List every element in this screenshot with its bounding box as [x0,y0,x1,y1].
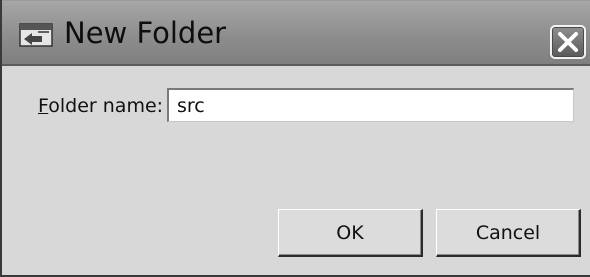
new-folder-dialog: New Folder Folder name: OK Cancel [0,0,590,277]
folder-name-input[interactable] [167,88,574,122]
folder-name-mnemonic: F [38,95,49,117]
close-button[interactable] [550,25,586,59]
eclipse-new-folder-icon [18,21,54,49]
title-separator [2,64,590,66]
title-bar[interactable]: New Folder [2,0,590,64]
window-title: New Folder [64,16,227,50]
ok-button[interactable]: OK [278,209,423,257]
folder-name-label: Folder name: [38,92,163,120]
cancel-button[interactable]: Cancel [436,209,581,257]
close-x-icon [558,32,578,52]
folder-name-label-rest: older name: [48,95,164,117]
